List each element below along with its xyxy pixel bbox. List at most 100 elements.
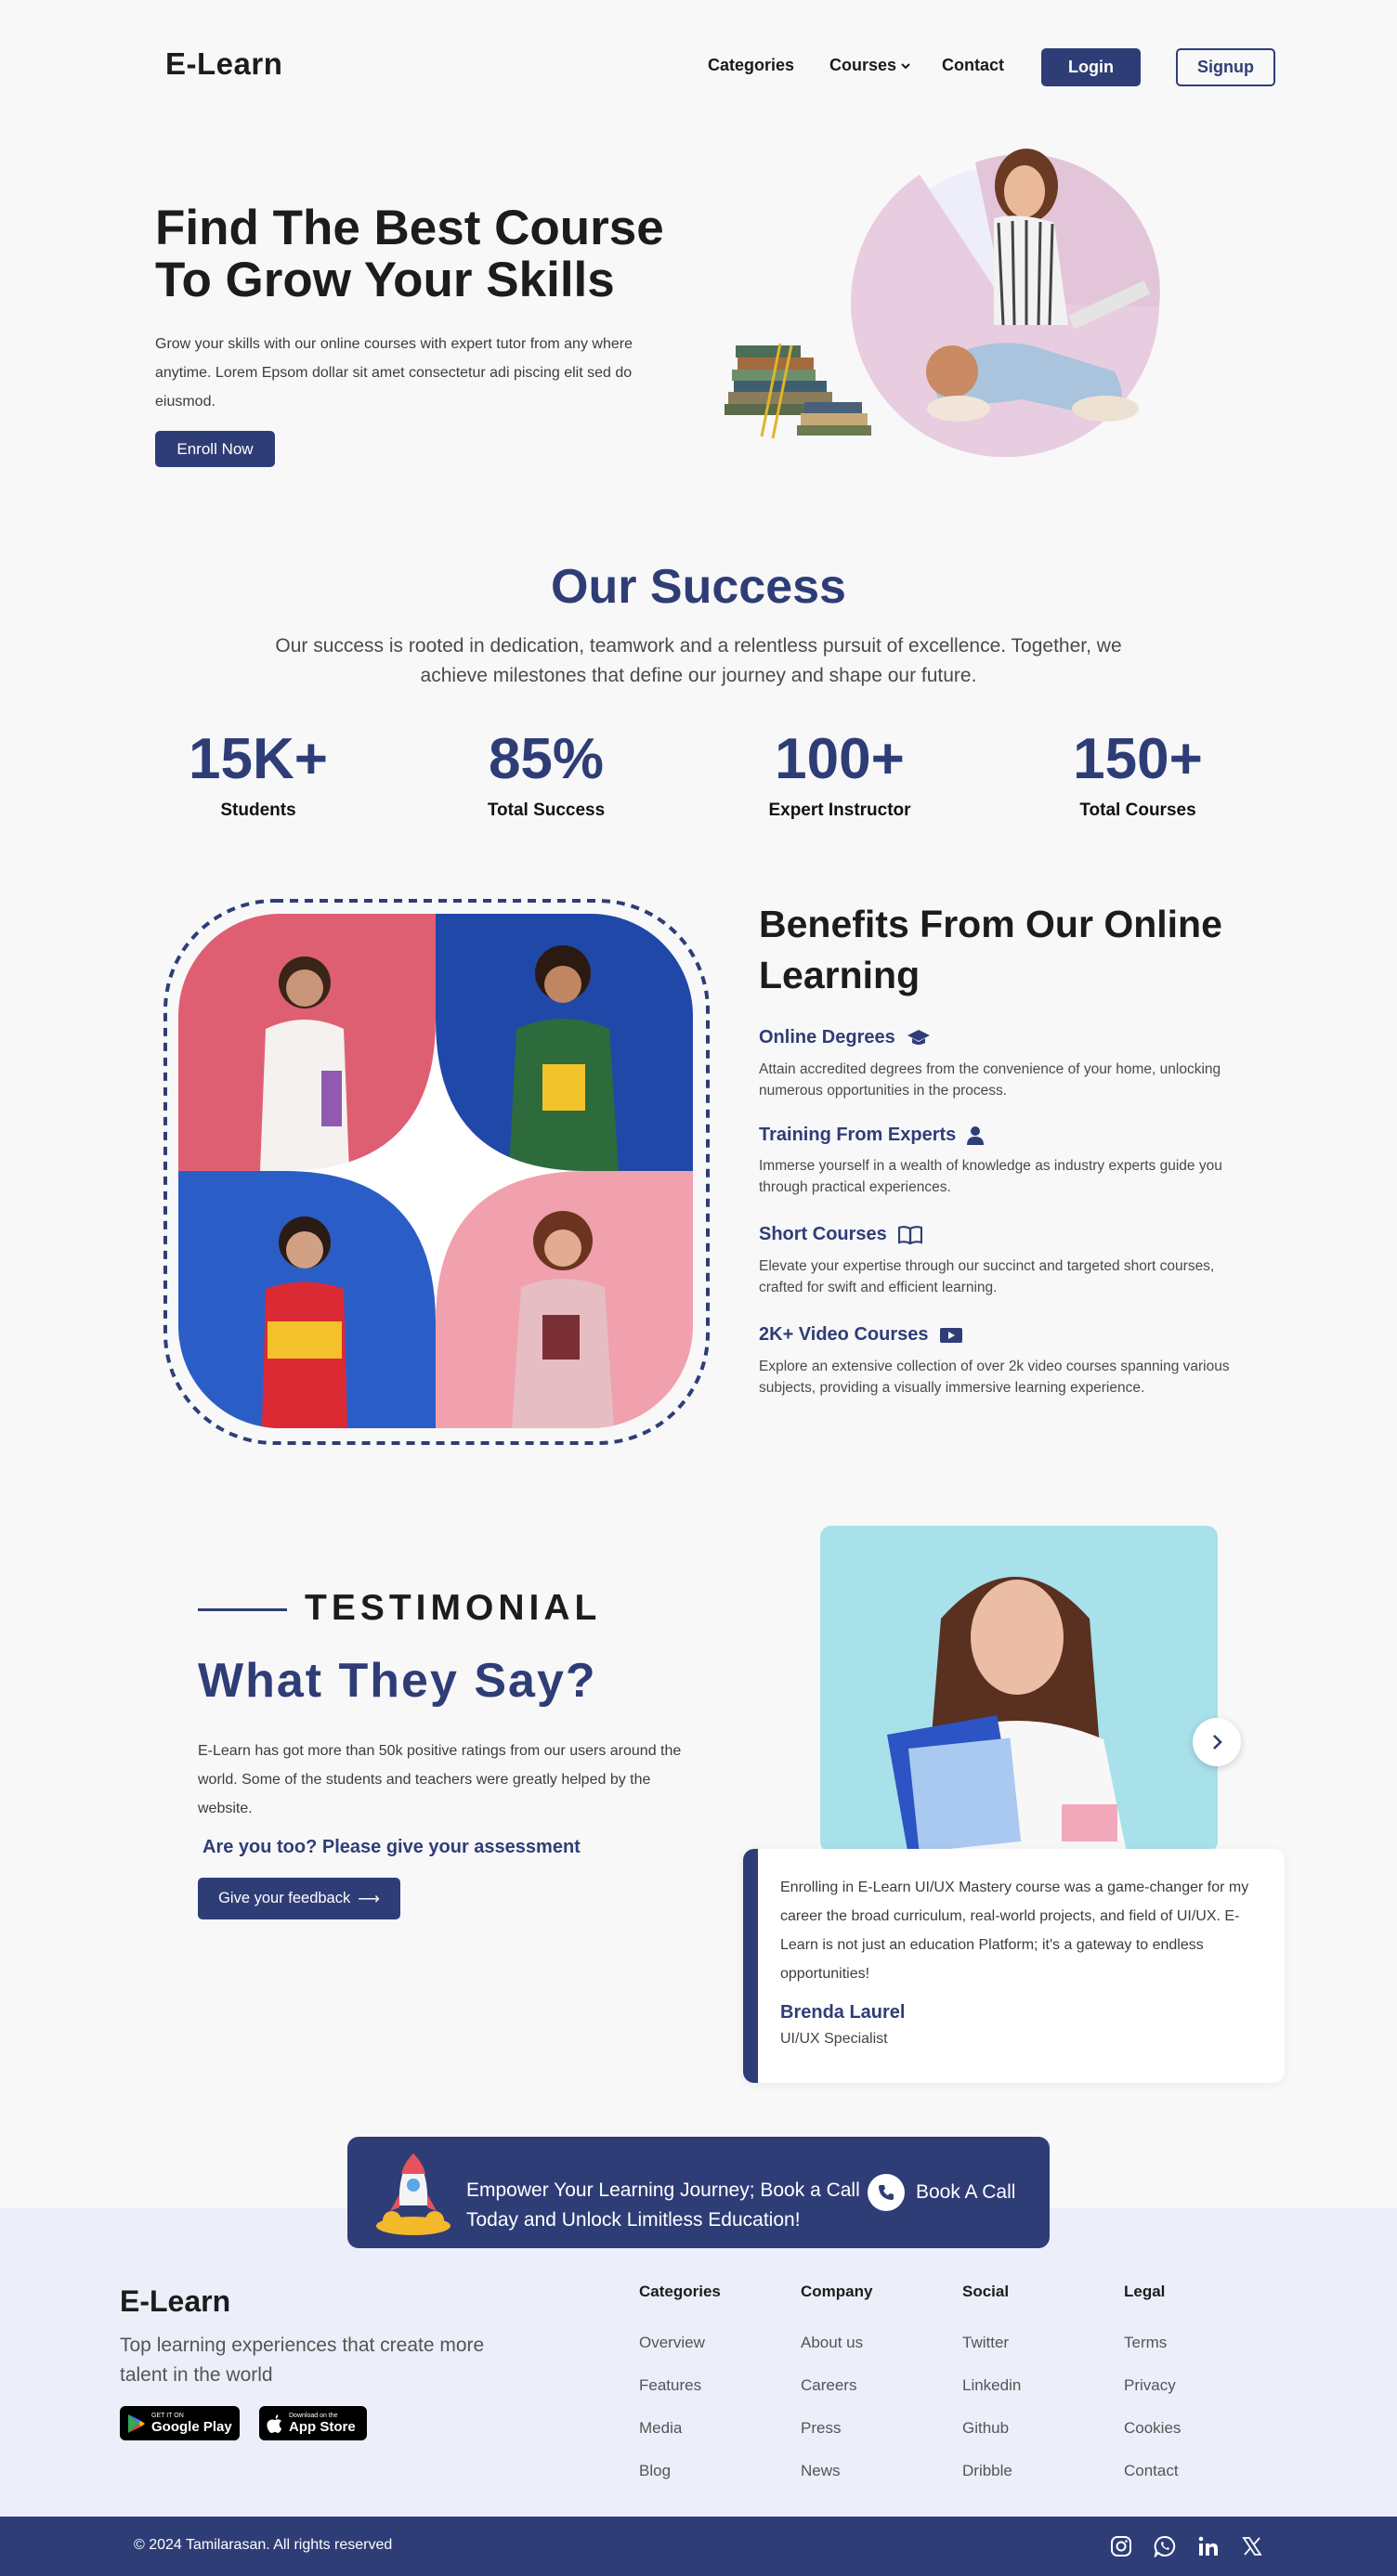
logo[interactable]: E-Learn — [165, 46, 282, 82]
google-play-big: Google Play — [151, 2418, 232, 2435]
instagram-icon[interactable] — [1108, 2533, 1134, 2559]
hero-illustration — [725, 149, 1160, 458]
footer-link[interactable]: About us — [801, 2334, 863, 2352]
quote-author-name: Brenda Laurel — [780, 2002, 906, 2023]
google-play-badge[interactable]: GET IT ON Google Play — [120, 2406, 240, 2440]
benefit-desc: Immerse yourself in a wealth of knowledg… — [759, 1158, 1222, 1195]
benefit-training-experts: Training From Experts — [759, 1125, 985, 1146]
hero-title: Find The Best Course To Grow Your Skills — [155, 202, 712, 306]
book-call-banner: Empower Your Learning Journey; Book a Ca… — [347, 2137, 1050, 2248]
stat-success-label: Total Success — [487, 800, 606, 820]
footer-col-social-title: Social — [962, 2283, 1010, 2300]
footer-link[interactable]: Overview — [639, 2334, 705, 2352]
stat-courses-label: Total Courses — [1079, 800, 1196, 820]
chevron-right-icon — [1213, 1735, 1222, 1750]
chevron-down-icon — [901, 62, 910, 69]
benefit-title: Online Degrees — [759, 1027, 895, 1047]
testimonial-person-illustration — [887, 1577, 1127, 1853]
google-play-icon — [128, 2413, 145, 2433]
nav-categories[interactable]: Categories — [708, 56, 794, 75]
success-description: Our success is rooted in dedication, tea… — [275, 635, 1122, 686]
benefit-video-courses: 2K+ Video Courses — [759, 1324, 963, 1346]
footer-link[interactable]: Careers — [801, 2376, 856, 2395]
footer-link[interactable]: Contact — [1124, 2462, 1179, 2480]
benefit-title: Short Courses — [759, 1224, 887, 1244]
footer-link[interactable]: Blog — [639, 2462, 671, 2480]
app-store-text: Download on the App Store — [289, 2413, 356, 2435]
stat-students-value: 15K+ — [189, 727, 328, 791]
linkedin-icon[interactable] — [1195, 2533, 1221, 2559]
signup-button[interactable]: Signup — [1176, 48, 1275, 86]
footer-link[interactable]: Twitter — [962, 2334, 1009, 2352]
footer-tagline: Top learning experiences that create mor… — [120, 2335, 485, 2386]
app-store-badge[interactable]: Download on the App Store — [259, 2406, 367, 2440]
footer-link[interactable]: Linkedin — [962, 2376, 1021, 2395]
footer-link[interactable]: Features — [639, 2376, 701, 2395]
next-testimonial-button[interactable] — [1193, 1718, 1241, 1766]
banner-text: Empower Your Learning Journey; Book a Ca… — [466, 2179, 860, 2231]
footer-link[interactable]: News — [801, 2462, 841, 2480]
benefit-title: Training From Experts — [759, 1125, 957, 1145]
hero-title-line1: Find The Best Course — [155, 201, 664, 255]
footer-logo[interactable]: E-Learn — [120, 2284, 230, 2319]
x-twitter-icon[interactable] — [1239, 2533, 1265, 2559]
testimonial-label: TESTIMONIAL — [305, 1588, 602, 1628]
footer-col-categories-title: Categories — [639, 2283, 721, 2300]
stat-success-value: 85% — [488, 727, 605, 791]
book-a-call-label: Book A Call — [916, 2181, 1016, 2203]
book-a-call-button[interactable]: Book A Call — [868, 2174, 1015, 2211]
app-store-big: App Store — [289, 2418, 356, 2435]
testimonial-description: E-Learn has got more than 50k positive r… — [198, 1743, 682, 1816]
give-feedback-label: Give your feedback — [218, 1890, 351, 1906]
testimonial-ask: Are you too? Please give your assessment — [202, 1837, 581, 1857]
nav-courses-label: Courses — [829, 56, 897, 74]
footer-col-legal-title: Legal — [1124, 2283, 1166, 2300]
graduation-cap-icon — [907, 1029, 930, 1045]
phone-icon — [868, 2174, 905, 2211]
footer-link[interactable]: Cookies — [1124, 2419, 1181, 2438]
hero-description: Grow your skills with our online courses… — [155, 336, 633, 410]
testimonial-title: What They Say? — [198, 1654, 597, 1708]
stat-students-label: Students — [220, 800, 296, 820]
book-open-icon — [897, 1225, 922, 1244]
copyright-text: © 2024 Tamilarasan. All rights reserved — [134, 2537, 393, 2553]
rocket-icon — [376, 2153, 450, 2235]
footer-link[interactable]: Media — [639, 2419, 682, 2438]
success-title: Our Success — [551, 560, 846, 614]
benefit-desc: Attain accredited degrees from the conve… — [759, 1061, 1221, 1099]
students-photo-grid — [163, 899, 710, 1445]
testimonial-label-line — [198, 1608, 287, 1611]
books-stack-icon — [725, 343, 871, 439]
footer-link[interactable]: Press — [801, 2419, 841, 2438]
footer-col-company-title: Company — [801, 2283, 873, 2300]
footer-bottom-bar: © 2024 Tamilarasan. All rights reserved — [0, 2517, 1397, 2576]
stat-instructor-label: Expert Instructor — [768, 800, 911, 820]
benefits-title: Benefits From Our Online Learning — [759, 903, 1222, 996]
testimonial-photo — [820, 1526, 1218, 1853]
footer-link[interactable]: Privacy — [1124, 2376, 1176, 2395]
benefit-short-courses: Short Courses — [759, 1224, 922, 1245]
benefit-desc: Elevate your expertise through our succi… — [759, 1258, 1215, 1295]
quote-accent-bar — [743, 1849, 758, 2083]
quote-text: Enrolling in E-Learn UI/UX Mastery cours… — [780, 1880, 1249, 1982]
nav-courses[interactable]: Courses — [829, 56, 911, 75]
user-icon — [967, 1125, 985, 1145]
footer-link[interactable]: Terms — [1124, 2334, 1167, 2352]
enroll-now-button[interactable]: Enroll Now — [155, 431, 275, 467]
footer-link[interactable]: Github — [962, 2419, 1009, 2438]
stat-courses-value: 150+ — [1073, 727, 1203, 791]
footer-link[interactable]: Dribble — [962, 2462, 1012, 2480]
arrow-right-icon: ⟶ — [358, 1890, 380, 1907]
testimonial-quote-card: Enrolling in E-Learn UI/UX Mastery cours… — [743, 1849, 1285, 2083]
benefit-desc: Explore an extensive collection of over … — [759, 1359, 1230, 1396]
google-play-text: GET IT ON Google Play — [151, 2413, 232, 2435]
whatsapp-icon[interactable] — [1152, 2533, 1178, 2559]
login-button[interactable]: Login — [1041, 48, 1141, 86]
apple-icon — [267, 2413, 281, 2433]
benefit-title: 2K+ Video Courses — [759, 1324, 929, 1345]
benefit-online-degrees: Online Degrees — [759, 1027, 931, 1048]
video-icon — [940, 1327, 963, 1343]
nav-contact[interactable]: Contact — [942, 56, 1004, 75]
give-feedback-button[interactable]: Give your feedback ⟶ — [198, 1878, 400, 1919]
stat-instructor-value: 100+ — [775, 727, 905, 791]
